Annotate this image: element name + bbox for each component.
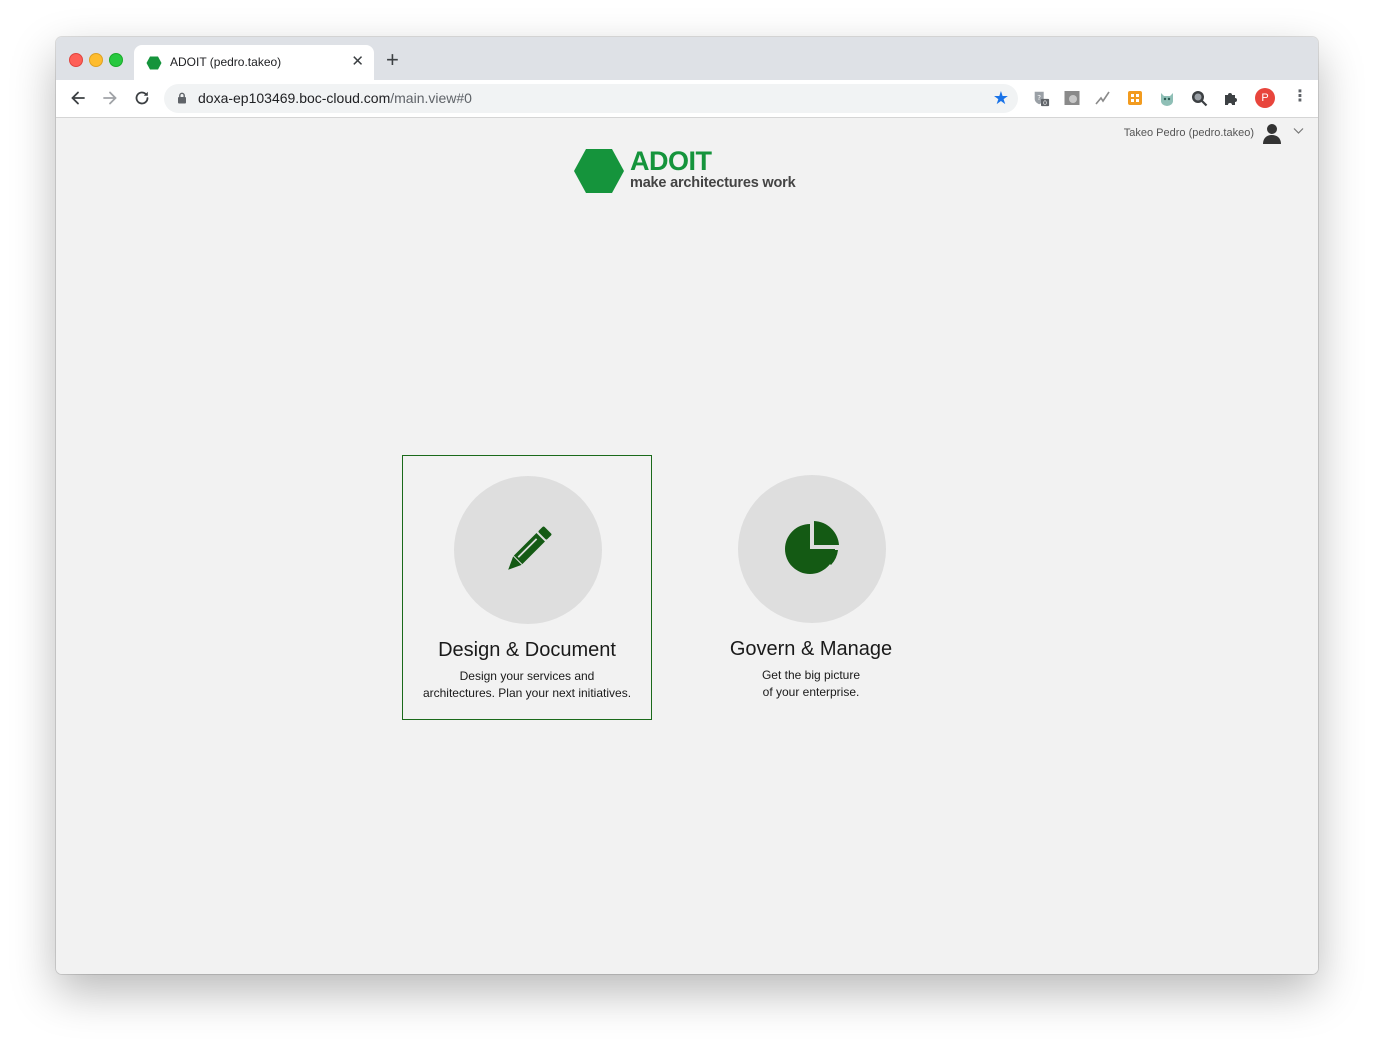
card-description: Get the big picture of your enterprise. <box>687 667 935 701</box>
forward-button[interactable] <box>98 87 122 109</box>
card-description-line: architectures. Plan your next initiative… <box>422 686 632 700</box>
tab-title: ADOIT (pedro.takeo) <box>170 55 282 69</box>
back-arrow-icon <box>71 91 85 105</box>
profile-avatar[interactable]: P <box>1255 88 1275 108</box>
url-text: doxa-ep103469.boc-cloud.com/main.view#0 <box>198 90 472 106</box>
reload-icon <box>135 91 149 105</box>
magnifier-icon <box>1192 91 1208 107</box>
card-title: Design & Document <box>438 639 616 661</box>
browser-menu-icon[interactable]: ⋮ <box>1292 88 1308 106</box>
adoit-favicon-icon <box>146 56 162 70</box>
browser-window: ADOIT (pedro.takeo) ✕ + doxa-ep103469.bo… <box>56 37 1318 974</box>
extension-cat-icon[interactable] <box>1158 89 1176 107</box>
maximize-window-button[interactable] <box>109 53 123 67</box>
design-document-card[interactable]: Design & Document Design your services a… <box>402 455 652 720</box>
extension-camera-icon[interactable] <box>1063 89 1081 107</box>
app-content: Takeo Pedro (pedro.takeo) ADOIT make arc… <box>56 118 1318 974</box>
card-description-line: Get the big picture <box>761 668 861 682</box>
extension-question-icon[interactable]: ? 0 <box>1032 89 1050 107</box>
govern-icon-circle <box>738 475 886 623</box>
question-shield-icon: ? 0 <box>1034 91 1050 107</box>
pencil-icon <box>508 526 552 570</box>
url-host: doxa-ep103469.boc-cloud.com <box>198 90 391 106</box>
extension-grid-icon[interactable] <box>1126 89 1144 107</box>
logo-title: ADOIT <box>630 146 712 176</box>
tab-close-icon[interactable]: ✕ <box>351 53 364 71</box>
logo-tagline: make architectures work <box>630 175 796 191</box>
lock-icon <box>178 92 186 104</box>
browser-toolbar: doxa-ep103469.boc-cloud.com/main.view#0 … <box>56 80 1318 118</box>
svg-text:?: ? <box>1037 93 1041 102</box>
browser-tab[interactable]: ADOIT (pedro.takeo) ✕ <box>134 45 374 80</box>
extensions-puzzle-icon[interactable] <box>1222 89 1240 107</box>
reload-button[interactable] <box>130 87 154 109</box>
minimize-window-button[interactable] <box>89 53 103 67</box>
extension-search-icon[interactable] <box>1190 89 1208 107</box>
card-description: Design your services and architectures. … <box>403 668 651 702</box>
pie-chart-icon <box>785 521 839 574</box>
card-title: Govern & Manage <box>729 638 893 660</box>
camera-icon <box>1064 91 1080 105</box>
user-icon[interactable] <box>1263 123 1281 145</box>
puzzle-icon <box>1225 93 1237 105</box>
forward-arrow-icon <box>103 91 117 105</box>
card-description-line: of your enterprise. <box>762 685 860 699</box>
adoit-logo-icon <box>574 149 624 193</box>
design-icon-circle <box>454 476 602 624</box>
bookmark-star-icon[interactable]: ★ <box>993 89 1009 107</box>
signal-icon <box>1095 91 1110 105</box>
user-name-label[interactable]: Takeo Pedro (pedro.takeo) <box>1124 127 1254 139</box>
orange-grid-icon <box>1128 91 1142 105</box>
govern-manage-card[interactable]: Govern & Manage Get the big picture of y… <box>687 455 937 720</box>
cat-icon <box>1161 93 1173 106</box>
extension-badge: 0 <box>1043 100 1047 107</box>
extension-signal-icon[interactable] <box>1094 89 1112 107</box>
url-path: /main.view#0 <box>390 90 472 106</box>
tab-strip: ADOIT (pedro.takeo) ✕ + <box>56 37 1318 80</box>
card-description-line: Design your services and <box>459 669 595 683</box>
back-button[interactable] <box>66 87 90 109</box>
address-bar[interactable]: doxa-ep103469.boc-cloud.com/main.view#0 … <box>164 84 1018 113</box>
close-window-button[interactable] <box>69 53 83 67</box>
new-tab-button[interactable]: + <box>386 49 399 71</box>
chevron-down-icon[interactable] <box>1293 127 1304 135</box>
